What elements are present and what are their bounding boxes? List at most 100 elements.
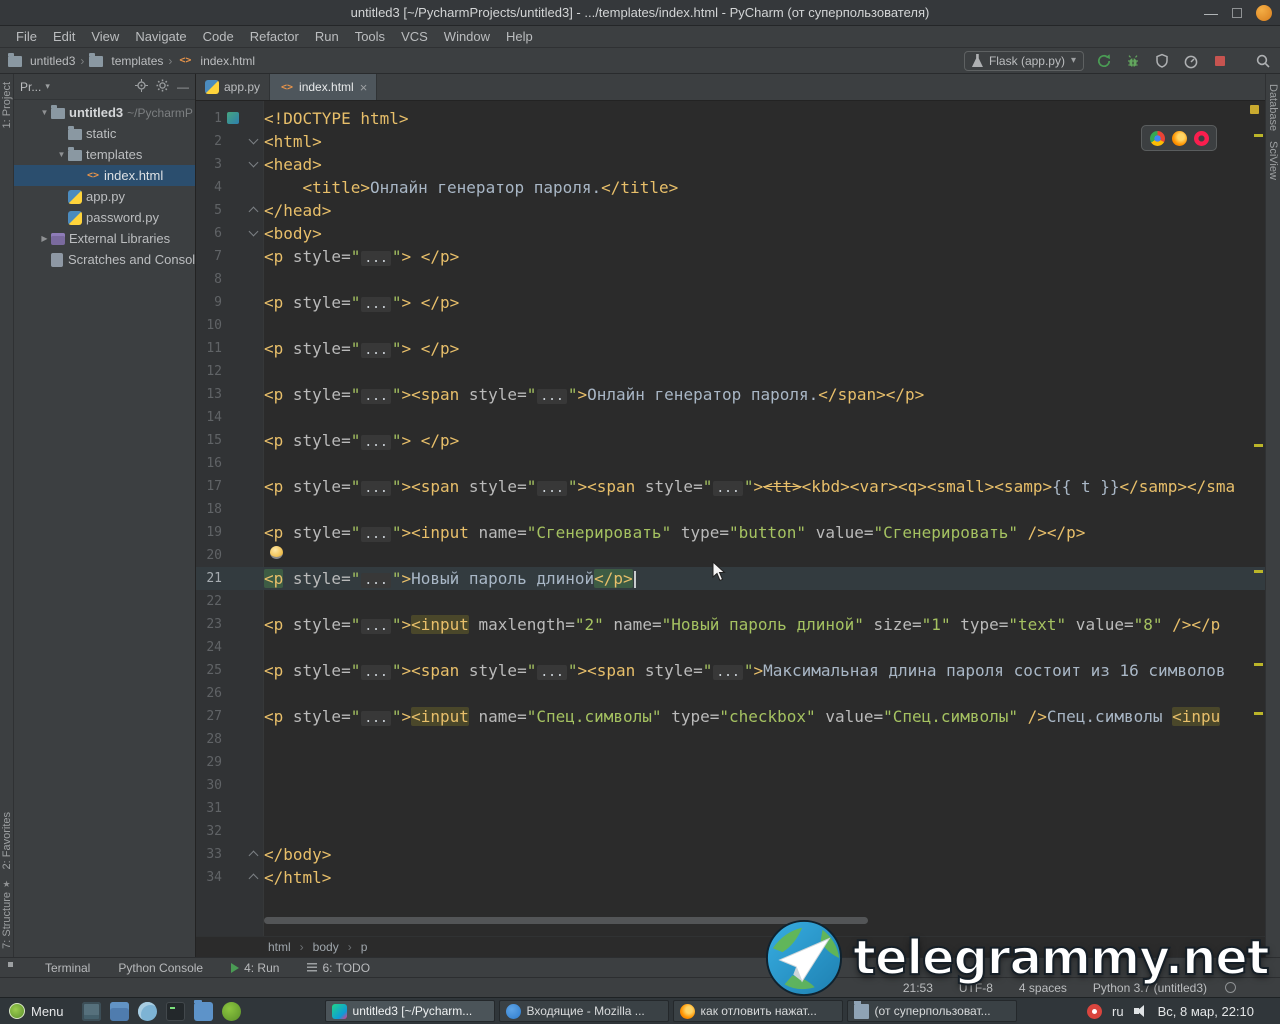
close-icon[interactable]: × [360, 80, 368, 95]
highlighting-level-icon[interactable] [1225, 982, 1236, 993]
file-status-indicator[interactable] [1250, 105, 1259, 114]
code-line-29[interactable]: 29 [196, 751, 1265, 774]
tree-item-external-libraries[interactable]: ▶ External Libraries [14, 228, 195, 249]
menu-item-refactor[interactable]: Refactor [242, 29, 307, 44]
lightbulb-icon[interactable] [270, 546, 283, 559]
code-line-9[interactable]: 9 <p style="... "> </p> [196, 291, 1265, 314]
code-line-13[interactable]: 13 <p style="... "><span style="... ">Онлай… [196, 383, 1265, 406]
close-button[interactable] [1256, 5, 1272, 21]
editor[interactable]: 1 <!DOCTYPE html> 2 <html> 3 <head> 4 <title>О… [196, 101, 1265, 936]
editor-breadcrumb-body[interactable]: body [313, 940, 339, 954]
menu-item-window[interactable]: Window [436, 29, 498, 44]
tree-arrow[interactable]: ▼ [55, 150, 68, 159]
code-line-30[interactable]: 30 [196, 774, 1265, 797]
coverage-button[interactable] [1153, 52, 1171, 70]
menu-item-view[interactable]: View [83, 29, 127, 44]
tool-window-switcher-icon[interactable] [8, 962, 13, 967]
run-configuration-select[interactable]: Flask (app.py) ▾ [963, 50, 1084, 71]
code-line-2[interactable]: 2 <html> [196, 130, 1265, 153]
firefox-icon[interactable] [1171, 130, 1187, 146]
breadcrumb-item-index-html[interactable]: index.html [177, 54, 255, 68]
warning-stripe-mark[interactable] [1254, 712, 1263, 715]
toolwindow-python-console[interactable]: Python Console [118, 961, 203, 975]
tree-item-static[interactable]: static [14, 123, 195, 144]
locate-icon[interactable] [135, 78, 148, 95]
indent-setting[interactable]: 4 spaces [1019, 981, 1067, 995]
code-line-18[interactable]: 18 [196, 498, 1265, 521]
breadcrumb-item-untitled3[interactable]: untitled3 [8, 53, 75, 68]
settings-gear-icon[interactable] [156, 79, 169, 95]
warning-stripe-mark[interactable] [1254, 444, 1263, 447]
notification-icon[interactable] [1087, 1003, 1103, 1019]
toolwindow-6-todo[interactable]: 6: TODO [307, 961, 370, 975]
code-line-22[interactable]: 22 [196, 590, 1265, 613]
code-line-6[interactable]: 6 <body> [196, 222, 1265, 245]
minimize-button[interactable]: — [1204, 6, 1218, 20]
tab-index-html[interactable]: index.html × [270, 74, 378, 100]
clock[interactable]: Вс, 8 мар, 22:10 [1158, 1004, 1254, 1019]
menu-item-navigate[interactable]: Navigate [127, 29, 194, 44]
code-line-8[interactable]: 8 [196, 268, 1265, 291]
code-line-17[interactable]: 17 <p style="... "><span style="... "><span… [196, 475, 1265, 498]
stripe-favorites-tab[interactable]: 2: Favorites [1, 812, 13, 869]
maximize-button[interactable] [1232, 8, 1242, 18]
tree-arrow[interactable]: ▶ [38, 234, 51, 243]
menu-item-edit[interactable]: Edit [45, 29, 83, 44]
menu-item-tools[interactable]: Tools [347, 29, 393, 44]
tree-item-password-py[interactable]: password.py [14, 207, 195, 228]
tree-arrow[interactable]: ▼ [38, 108, 51, 117]
stripe-project-tab[interactable]: 1: Project [1, 82, 13, 128]
file-encoding[interactable]: UTF-8 [959, 981, 993, 995]
code-line-20[interactable]: 20 [196, 544, 1265, 567]
code-line-19[interactable]: 19 <p style="... "><input name="Сгенериров… [196, 521, 1265, 544]
menu-item-vcs[interactable]: VCS [393, 29, 436, 44]
fold-marker-icon[interactable] [244, 153, 264, 176]
caret-position[interactable]: 21:53 [903, 981, 933, 995]
taskbar-window-pycharm[interactable]: untitled3 [~/Pycharm... [324, 1000, 495, 1022]
terminal-icon[interactable] [165, 1001, 185, 1021]
file-manager-icon[interactable] [193, 999, 213, 1021]
editor-breadcrumb-p[interactable]: p [361, 940, 368, 954]
taskbar-window-files[interactable]: (от суперпользоват... [846, 1000, 1017, 1022]
fold-marker-icon[interactable] [244, 866, 264, 889]
code-line-27[interactable]: 27 <p style="... "><input name="Спец.симво… [196, 705, 1265, 728]
warning-stripe-mark[interactable] [1254, 663, 1263, 666]
menu-item-run[interactable]: Run [307, 29, 347, 44]
file-cabinet-icon[interactable] [109, 1001, 129, 1021]
code-line-16[interactable]: 16 [196, 452, 1265, 475]
warning-stripe-mark[interactable] [1254, 134, 1263, 137]
code-line-3[interactable]: 3 <head> [196, 153, 1265, 176]
stop-button[interactable] [1211, 52, 1229, 70]
code-line-34[interactable]: 34 </html> [196, 866, 1265, 889]
fold-marker-icon[interactable] [244, 199, 264, 222]
code-line-7[interactable]: 7 <p style="... "> </p> [196, 245, 1265, 268]
code-line-26[interactable]: 26 [196, 682, 1265, 705]
menu-button[interactable]: Menu [2, 998, 74, 1024]
taskbar-window-firefox[interactable]: как отловить нажат... [672, 1000, 843, 1022]
tree-item-scratches-and-consoles[interactable]: Scratches and Consoles [14, 249, 195, 270]
python-interpreter[interactable]: Python 3.7 (untitled3) [1093, 981, 1207, 995]
toolwindow-terminal[interactable]: Terminal [45, 961, 90, 975]
code-line-23[interactable]: 23 <p style="... "><input maxlength="2" na… [196, 613, 1265, 636]
code-line-11[interactable]: 11 <p style="... "> </p> [196, 337, 1265, 360]
viewer-icon[interactable] [137, 1001, 157, 1021]
code-line-1[interactable]: 1 <!DOCTYPE html> [196, 107, 1265, 130]
tree-item-app-py[interactable]: app.py [14, 186, 195, 207]
menu-item-file[interactable]: File [8, 29, 45, 44]
fold-marker-icon[interactable] [244, 222, 264, 245]
tree-item-index-html[interactable]: index.html [14, 165, 195, 186]
stripe-structure-tab[interactable]: 7: Structure [1, 892, 13, 949]
toolwindow-4-run[interactable]: 4: Run [231, 961, 279, 975]
search-everywhere-button[interactable] [1254, 52, 1272, 70]
keyboard-layout[interactable]: ru [1112, 1004, 1124, 1019]
code-line-15[interactable]: 15 <p style="... "> </p> [196, 429, 1265, 452]
opera-icon[interactable] [1193, 130, 1209, 146]
code-line-28[interactable]: 28 [196, 728, 1265, 751]
fold-marker-icon[interactable] [244, 130, 264, 153]
breadcrumb-item-templates[interactable]: templates [89, 53, 163, 68]
screenshot-tool-icon[interactable] [81, 1001, 101, 1021]
code-line-31[interactable]: 31 [196, 797, 1265, 820]
horizontal-scrollbar[interactable] [264, 917, 868, 924]
rerun-button[interactable] [1095, 52, 1113, 70]
menu-item-help[interactable]: Help [498, 29, 541, 44]
